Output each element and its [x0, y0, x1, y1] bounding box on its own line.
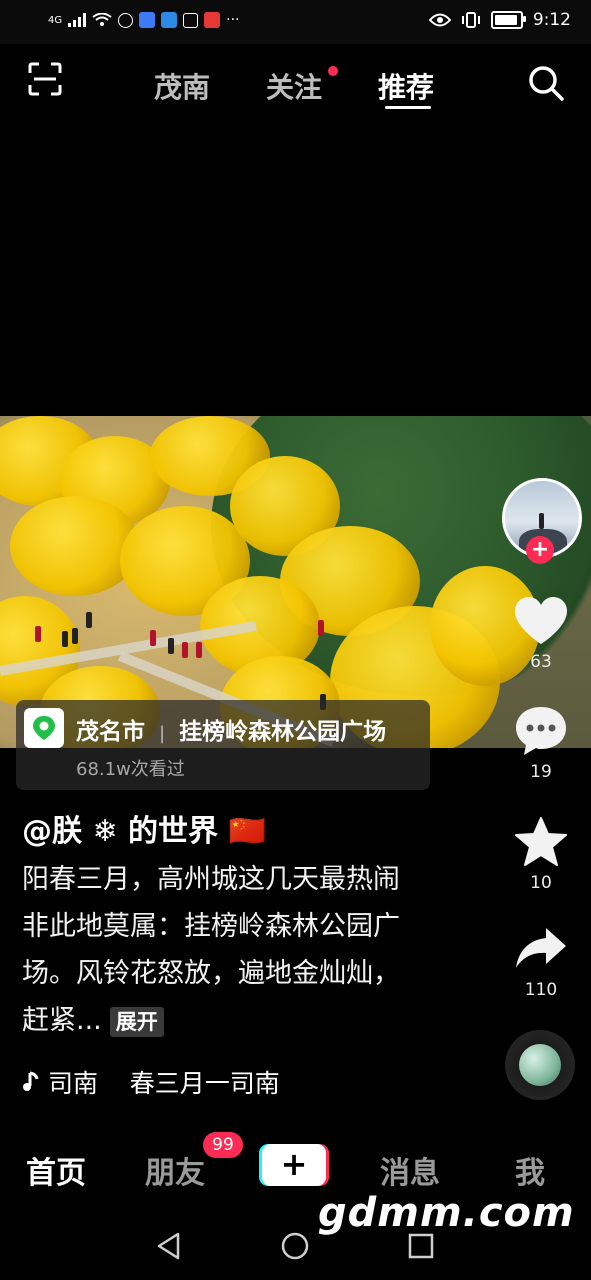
vibrate-icon [461, 12, 480, 28]
network-label: 4G [48, 14, 63, 26]
create-button-face: + [262, 1144, 326, 1186]
location-title[interactable]: 茂名市 | 挂榜岭森林公园广场 [76, 712, 386, 746]
top-nav: 茂南 关注 推荐 [0, 52, 591, 112]
scan-icon[interactable] [28, 62, 62, 96]
tab-local[interactable]: 茂南 [154, 66, 210, 106]
nav-messages[interactable]: 消息 [380, 1148, 440, 1192]
location-place: 挂榜岭森林公园广场 [179, 719, 387, 745]
location-city: 茂名市 [76, 719, 145, 745]
home-circle-icon[interactable] [281, 1232, 309, 1260]
active-tab-underline [385, 106, 431, 109]
tab-recommend[interactable]: 推荐 [378, 66, 434, 106]
avatar-figure [539, 513, 544, 529]
location-pin-badge [24, 708, 64, 748]
eye-icon [428, 13, 451, 27]
app-notification-icon [118, 12, 134, 28]
follow-button[interactable]: + [526, 536, 554, 564]
visitor [196, 642, 202, 658]
nav-home[interactable]: 首页 [26, 1148, 86, 1192]
wifi-icon [92, 13, 112, 26]
location-separator: | [159, 723, 166, 744]
like-count: 63 [530, 652, 552, 672]
caption-text: 阳春三月，高州城这几天最热闹非此地莫属：挂榜岭森林公园广场。风铃花怒放，遍地金灿… [22, 864, 400, 1036]
visitor [72, 628, 78, 644]
author-name[interactable]: @朕 ❄ 的世界 🇨🇳 [22, 806, 266, 850]
create-button[interactable]: + [259, 1144, 329, 1186]
status-bar: 4G ··· 9:12 [0, 0, 591, 44]
following-dot [328, 66, 338, 76]
plus-icon: + [280, 1145, 308, 1183]
visitor [168, 638, 174, 654]
app-cloud-icon [161, 12, 178, 28]
status-right: 9:12 [428, 10, 571, 30]
visitor [86, 612, 92, 628]
nav-friends[interactable]: 朋友 [145, 1148, 205, 1192]
favorite-count: 10 [530, 873, 552, 893]
music-title: 司南 春三月一司南 [48, 1069, 280, 1098]
back-icon[interactable] [156, 1232, 182, 1260]
visitor [62, 631, 68, 647]
share-count: 110 [524, 980, 558, 1000]
app-hand-icon [183, 12, 199, 28]
more-notifications-icon: ··· [226, 12, 240, 28]
visitor [150, 630, 156, 646]
status-left: 4G ··· [48, 12, 239, 28]
music-info[interactable]: 司南 春三月一司南 [22, 1064, 280, 1100]
friends-badge: 99 [203, 1132, 243, 1158]
tab-following[interactable]: 关注 [266, 66, 322, 106]
like-icon[interactable] [513, 596, 569, 646]
clock: 9:12 [532, 10, 571, 30]
comment-icon[interactable] [514, 705, 568, 757]
watermark: gdmm.com [318, 1190, 575, 1236]
recents-icon[interactable] [408, 1233, 434, 1259]
tree [10, 496, 140, 596]
share-icon[interactable] [514, 926, 568, 970]
visitor [35, 626, 41, 642]
comment-count: 19 [530, 762, 552, 782]
signal-icon [68, 13, 87, 27]
expand-button[interactable]: 展开 [109, 1006, 164, 1037]
music-disc[interactable] [505, 1030, 575, 1100]
search-icon[interactable] [527, 64, 565, 102]
visitor [182, 642, 188, 658]
app-red-icon [204, 12, 221, 28]
post-caption: 阳春三月，高州城这几天最热闹非此地莫属：挂榜岭森林公园广场。风铃花怒放，遍地金灿… [22, 856, 422, 1044]
favorite-star-icon[interactable] [514, 816, 568, 868]
location-views: 68.1w次看过 [76, 759, 185, 780]
location-pin-icon [33, 716, 55, 740]
music-note-icon [23, 1071, 39, 1091]
visitor [318, 620, 324, 636]
battery-icon [490, 11, 526, 29]
app-blue-icon [139, 12, 156, 28]
video-frame[interactable] [0, 416, 591, 748]
nav-me[interactable]: 我 [515, 1148, 545, 1192]
music-disc-cover [519, 1044, 561, 1086]
